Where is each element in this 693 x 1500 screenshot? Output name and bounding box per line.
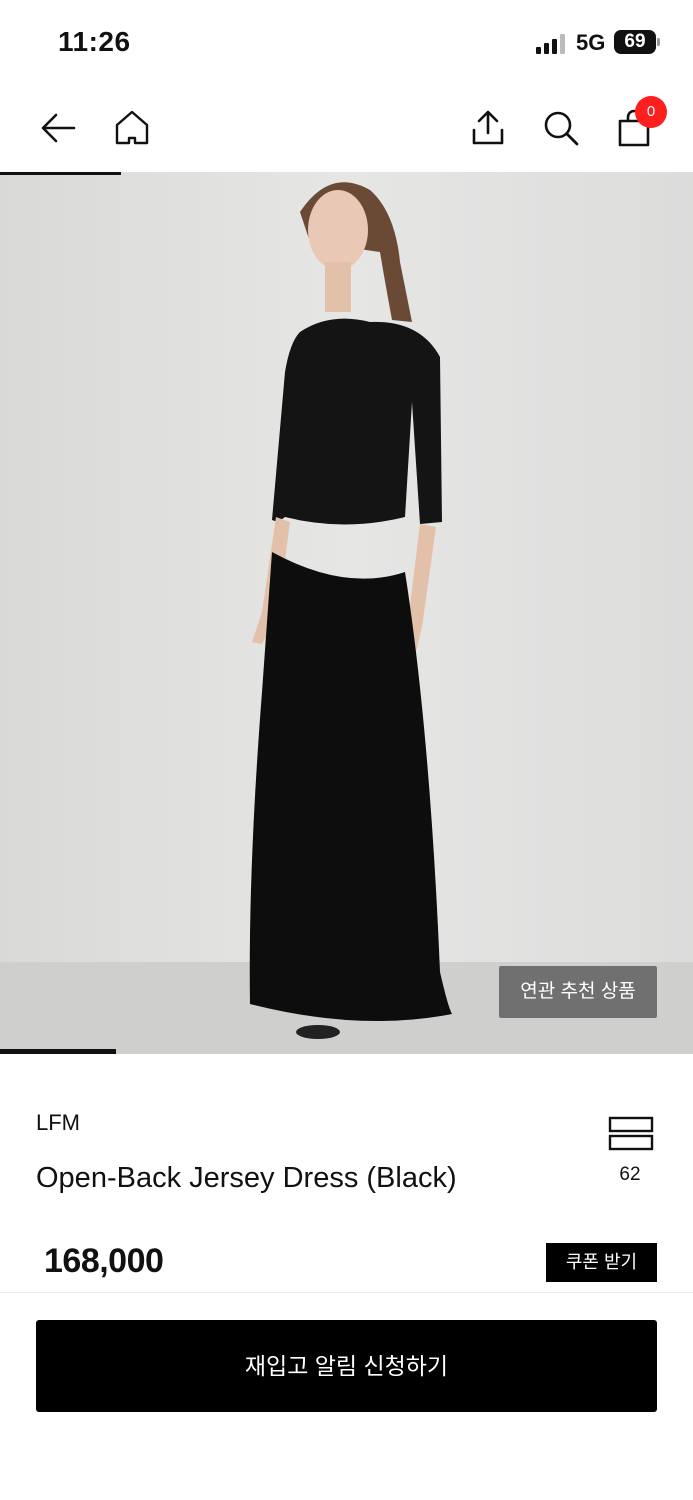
divider xyxy=(0,1292,693,1293)
related-products-button[interactable]: 연관 추천 상품 xyxy=(499,966,657,1018)
network-type: 5G xyxy=(576,30,606,55)
product-title: Open-Back Jersey Dress (Black) xyxy=(36,1162,457,1194)
status-bar: 11:26 5G 69 xyxy=(0,0,693,90)
battery-icon: 69 xyxy=(614,30,656,54)
product-price: 168,000 xyxy=(44,1242,164,1280)
like-count: 62 xyxy=(619,1164,641,1185)
share-icon[interactable] xyxy=(468,108,508,148)
signal-icon xyxy=(536,34,570,54)
get-coupon-button[interactable]: 쿠폰 받기 xyxy=(546,1243,657,1282)
restock-alert-button[interactable]: 재입고 알림 신청하기 xyxy=(36,1320,657,1412)
brand-name[interactable]: LFM xyxy=(36,1110,80,1136)
search-icon[interactable] xyxy=(541,108,581,148)
arrow-left-icon[interactable] xyxy=(38,108,78,148)
status-time: 11:26 xyxy=(58,26,131,57)
gallery-progress-top xyxy=(0,172,121,175)
like-icon[interactable] xyxy=(608,1116,654,1152)
battery-tip xyxy=(657,38,660,46)
top-nav-bar xyxy=(0,90,693,172)
product-photo xyxy=(0,172,693,1054)
product-image-gallery[interactable] xyxy=(0,172,693,1054)
gallery-progress-bottom xyxy=(0,1049,116,1054)
home-icon[interactable] xyxy=(112,108,152,148)
cart-count-badge: 0 xyxy=(635,96,667,128)
